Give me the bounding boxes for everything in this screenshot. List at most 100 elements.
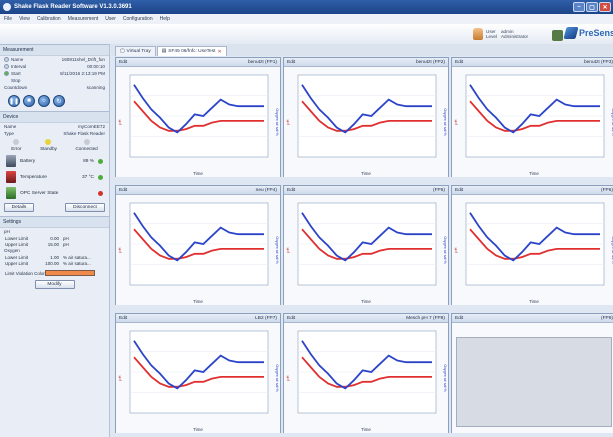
details-button[interactable]: Details	[4, 203, 34, 212]
y-axis-left-label: pH	[117, 119, 122, 124]
y-axis-left-label: pH	[117, 247, 122, 252]
y-axis-right-label: Oxygen air sat %	[443, 108, 447, 136]
menu-user[interactable]: User	[105, 16, 116, 22]
start-radio[interactable]	[4, 71, 9, 76]
x-axis-label: Time	[529, 171, 539, 176]
panel-edit-link[interactable]: Edit	[287, 316, 295, 321]
x-axis-label: Time	[361, 427, 371, 432]
panel-header: Edit Mesch pH 7 (FP8)	[284, 314, 448, 323]
panel-edit-link[interactable]: Edit	[287, 60, 295, 65]
pause-button[interactable]: ❚❚	[8, 95, 20, 107]
measurement-interval-row: Interval 00:00:10	[0, 63, 109, 70]
menu-calibration[interactable]: Calibration	[37, 16, 61, 22]
panel-header: Edit LB2 (FP7)	[116, 314, 280, 323]
chart-svg: TimepHOxygen air sat %	[453, 74, 613, 176]
connected-indicator-icon	[83, 139, 90, 145]
panel-edit-link[interactable]: Edit	[119, 188, 127, 193]
panel-title: neu (FP4)	[255, 187, 277, 193]
y-axis-right-label: Oxygen air sat %	[275, 236, 279, 264]
temperature-ok-icon	[98, 174, 103, 180]
panel-edit-link[interactable]: Edit	[455, 60, 463, 65]
panel-body: Time pH Oxygen air sat %	[116, 195, 280, 305]
menu-help[interactable]: Help	[160, 16, 170, 22]
violation-color-label: Limit Violation Color	[5, 270, 45, 276]
ox-upper-value: 100.00	[45, 260, 59, 266]
panel-title: benutzt (FP2)	[415, 59, 445, 65]
disconnect-button[interactable]: Disconnect	[65, 203, 105, 212]
window-controls: – ▢ ✕	[573, 2, 611, 12]
measurement-start-row: Start 8/11/2016 2:13:19 PM	[0, 70, 109, 77]
device-name-row: Name myComEE72	[0, 123, 109, 130]
ph-upper-value: 15.00	[47, 241, 59, 247]
panel-edit-link[interactable]: Edit	[455, 316, 463, 321]
panel-title: benutzt (FP1)	[247, 59, 277, 65]
panel-edit-link[interactable]: Edit	[455, 188, 463, 193]
status-standby: Standby	[40, 139, 57, 151]
name-label: Name	[11, 57, 24, 62]
interval-radio[interactable]	[4, 64, 9, 69]
top-toolbar: User admin Level Administrator PreSens	[0, 24, 613, 44]
device-status-row: Error Standby Connected	[0, 137, 109, 153]
refresh-button[interactable]: ↻	[53, 95, 65, 107]
menu-measurement[interactable]: Measurement	[68, 16, 99, 22]
panel-title: (FP5)	[433, 187, 445, 193]
status-error-label: Error	[11, 146, 22, 151]
stop-button[interactable]: ■	[23, 95, 35, 107]
measurement-stop-row: Stop	[0, 77, 109, 84]
menu-file[interactable]: File	[4, 16, 12, 22]
device-name-label: Name	[4, 124, 17, 129]
x-axis-label: Time	[193, 299, 203, 304]
y-axis-right-label: Oxygen air sat %	[275, 108, 279, 136]
menu-view[interactable]: View	[19, 16, 30, 22]
battery-icon	[6, 155, 16, 167]
countdown-label: Countdown	[4, 85, 28, 90]
flask-panel: Edit(FP6)TimepHOxygen air sat %	[451, 185, 613, 305]
menu-configuration[interactable]: Configuration	[123, 16, 153, 22]
panel-body: Time pH Oxygen air sat %	[116, 67, 280, 177]
brand-logo: PreSens	[563, 27, 613, 39]
chart-svg: TimepHOxygen air sat %	[285, 74, 447, 176]
modify-button[interactable]: Modify	[34, 280, 75, 289]
measurement-countdown-row: Countdown scanning	[0, 84, 109, 91]
flask-panel: Edit neu (FP4) Time pH Oxygen air sat %	[115, 185, 281, 305]
panel-title: benutzt (FP3)	[583, 59, 613, 65]
close-button[interactable]: ✕	[599, 2, 611, 12]
maximize-button[interactable]: ▢	[586, 2, 598, 12]
ph-lower-value: 0.00	[50, 235, 59, 241]
ox-upper-label: Upper Limit	[5, 260, 29, 266]
ox-upper-unit: % air satura...	[63, 260, 91, 266]
panel-header: Edit (FP6)	[452, 186, 613, 195]
tab-virtual-tray[interactable]: ▢ Virtual Tray	[115, 46, 156, 56]
tab-sf45[interactable]: ▤ SF45 06/fnfc: UseTest ✕	[156, 46, 227, 56]
opc-label: OPC Server State	[20, 190, 59, 196]
panel-edit-link[interactable]: Edit	[287, 188, 295, 193]
ph-lower-label: Lower Limit	[5, 235, 29, 241]
panel-edit-link[interactable]: Edit	[119, 60, 127, 65]
measurement-controls: ❚❚ ■ ○ ↻	[0, 91, 109, 111]
x-axis-label: Time	[529, 299, 539, 304]
panel-edit-link[interactable]: Edit	[119, 316, 127, 321]
device-icon[interactable]	[552, 30, 563, 41]
ph-upper-label: Upper Limit	[5, 241, 29, 247]
chart-svg: TimepHOxygen air sat %	[117, 74, 279, 176]
violation-color-swatch[interactable]	[45, 270, 95, 276]
name-radio[interactable]	[4, 57, 9, 62]
flask-panel: Edit (FP9)	[451, 313, 613, 433]
temperature-value: 37 °C	[81, 174, 94, 180]
tab-virtual-tray-label: Virtual Tray	[126, 49, 151, 54]
x-axis-label: Time	[361, 171, 371, 176]
panel-title: LB2 (FP7)	[255, 315, 277, 321]
status-connected-label: Connected	[75, 146, 98, 151]
device-type-row: Type Shake Flask Reader	[0, 130, 109, 137]
flask-panel: Edit LB2 (FP7) Time pH Oxygen air sat %	[115, 313, 281, 433]
panel-body: Time pH Oxygen air sat %	[284, 67, 448, 177]
chart-svg: TimepHOxygen air sat %	[117, 330, 279, 432]
device-type-value: Shake Flask Reader	[63, 131, 105, 136]
panel-body: Time pH Oxygen air sat %	[284, 323, 448, 433]
panel-title: (FP9)	[601, 315, 613, 321]
minimize-button[interactable]: –	[573, 2, 585, 12]
cycle-button[interactable]: ○	[38, 95, 50, 107]
panel-body	[452, 323, 613, 433]
tab-close-icon[interactable]: ✕	[217, 49, 221, 55]
y-axis-right-label: Oxygen air sat %	[443, 364, 447, 392]
